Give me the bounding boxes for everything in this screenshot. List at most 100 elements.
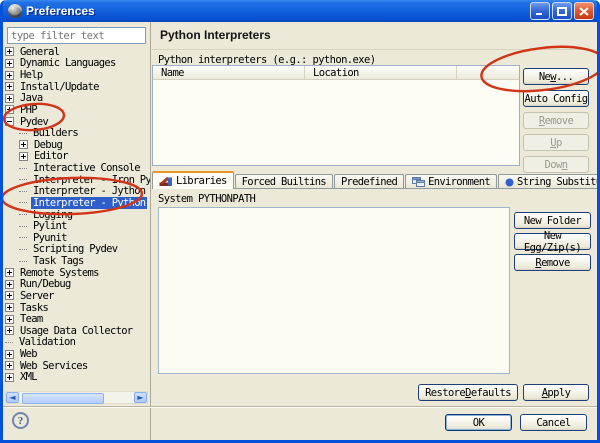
tree-item-label: Logging [31,209,74,221]
help-icon[interactable]: ? [12,412,29,429]
tab-environment[interactable]: Environment [405,174,497,189]
tree-item-label: Editor [32,150,70,162]
tab-label: Libraries [176,175,227,187]
new-folder-button[interactable]: New Folder [514,212,591,229]
preferences-window: Preferences GeneralDynamic LanguagesHelp… [0,0,600,443]
tree-item-debug[interactable]: Debug [5,139,150,151]
minimize-button[interactable] [530,2,550,20]
tree-item-label: Java [18,92,45,104]
expand-plus-icon[interactable] [5,94,14,103]
tree-connector [19,214,27,215]
tree-item-team[interactable]: Team [5,313,150,325]
tree-item-label: Usage Data Collector [18,325,134,337]
tree-connector [19,226,27,227]
tree-item-label: Interpreter - Iron Py [31,174,150,186]
expand-plus-icon[interactable] [5,59,14,68]
tree-item-remote-systems[interactable]: Remote Systems [5,267,150,279]
scroll-left-arrow-icon[interactable]: ◄ [6,392,19,403]
tree-item-editor[interactable]: Editor [5,151,150,163]
tree-item-interpreter-jython[interactable]: Interpreter - Jython [5,186,150,198]
column-header-name[interactable]: Name [153,66,305,79]
expand-plus-icon[interactable] [5,291,14,300]
tree-item-web-services[interactable]: Web Services [5,360,150,372]
expand-plus-icon[interactable] [5,105,14,114]
tree-item-general[interactable]: General [5,46,150,58]
tree-item-label: XML [18,371,39,383]
tree-connector [19,202,27,203]
ok-button[interactable]: OK [445,414,512,431]
tree-item-label: Interactive Console [31,162,142,174]
expand-plus-icon[interactable] [5,361,14,370]
tree-item-label: Pydev [18,116,50,128]
tree-item-server[interactable]: Server [5,290,150,302]
tree-item-tasks[interactable]: Tasks [5,302,150,314]
cancel-button[interactable]: Cancel [520,414,587,431]
apply-button[interactable]: Apply [523,384,589,401]
tab-forced-builtins[interactable]: Forced Builtins [235,174,333,189]
tree-item-java[interactable]: Java [5,93,150,105]
tree-connector [19,168,27,169]
tree-item-web[interactable]: Web [5,348,150,360]
tab-bar: Libraries Forced BuiltinsPredefinedEnviro… [152,171,597,189]
maximize-button[interactable] [552,2,572,20]
tree-connector [19,179,27,180]
remove-button[interactable]: Remove [514,254,591,271]
filter-input[interactable] [7,27,146,44]
collapse-minus-icon[interactable] [5,117,14,126]
expand-plus-icon[interactable] [5,280,14,289]
tree-item-task-tags[interactable]: Task Tags [5,255,150,267]
expand-plus-icon[interactable] [5,71,14,80]
tree-item-install-update[interactable]: Install/Update [5,81,150,93]
scroll-right-arrow-icon[interactable]: ► [134,392,147,403]
panel-sash[interactable] [150,22,151,440]
tree-item-label: Remote Systems [18,267,101,279]
expand-plus-icon[interactable] [19,140,28,149]
title-bar[interactable]: Preferences [3,0,597,22]
expand-plus-icon[interactable] [5,47,14,56]
expand-plus-icon[interactable] [5,373,14,382]
interpreters-table[interactable]: NameLocation [152,65,520,166]
tree-item-pylint[interactable]: Pylint [5,220,150,232]
expand-plus-icon[interactable] [5,326,14,335]
tree-item-label: Interpreter - Python [31,197,147,209]
expand-plus-icon[interactable] [5,315,14,324]
tab-predefined[interactable]: Predefined [334,174,404,189]
new-egg-zip-s-button[interactable]: New Egg/Zip(s) [514,233,591,250]
tree-item-label: Tasks [18,302,50,314]
tree-item-label: General [18,46,61,58]
tree-item-usage-data-collector[interactable]: Usage Data Collector [5,325,150,337]
tree-item-dynamic-languages[interactable]: Dynamic Languages [5,58,150,70]
tree-item-help[interactable]: Help [5,69,150,81]
tree-item-builders[interactable]: Builders [5,127,150,139]
tree-item-scripting-pydev[interactable]: Scripting Pydev [5,244,150,256]
system-pythonpath-list[interactable] [158,207,510,374]
expand-plus-icon[interactable] [5,303,14,312]
expand-plus-icon[interactable] [5,350,14,359]
tab-string-substitution-variables[interactable]: String Substitution Variables [498,174,597,189]
expand-plus-icon[interactable] [5,268,14,277]
tree-item-pyunit[interactable]: Pyunit [5,232,150,244]
close-button[interactable] [574,2,594,20]
restore-defaults-button[interactable]: Restore Defaults [418,384,518,401]
tree-item-interpreter-python[interactable]: Interpreter - Python [5,197,150,209]
tree-item-interactive-console[interactable]: Interactive Console [5,162,150,174]
expand-plus-icon[interactable] [5,82,14,91]
new-button[interactable]: New... [523,68,589,85]
tree-item-validation[interactable]: Validation [5,337,150,349]
auto-config-button[interactable]: Auto Config [523,90,589,107]
column-header-location[interactable]: Location [305,66,457,79]
header-separator [152,49,597,50]
tree-item-pydev[interactable]: Pydev [5,116,150,128]
scrollbar-thumb[interactable] [22,393,104,404]
tree-item-interpreter-iron-py[interactable]: Interpreter - Iron Py [5,174,150,186]
tree-item-logging[interactable]: Logging [5,209,150,221]
tab-label: String Substitution Variables [517,176,597,188]
tree-item-label: Team [18,313,45,325]
tree-item-php[interactable]: PHP [5,104,150,116]
expand-plus-icon[interactable] [19,152,28,161]
page-title: Python Interpreters [160,28,271,42]
tab-libraries[interactable]: Libraries [152,171,234,189]
tree-horizontal-scrollbar[interactable]: ◄ ► [5,391,148,404]
tree-item-run-debug[interactable]: Run/Debug [5,279,150,291]
tree-item-xml[interactable]: XML [5,372,150,384]
